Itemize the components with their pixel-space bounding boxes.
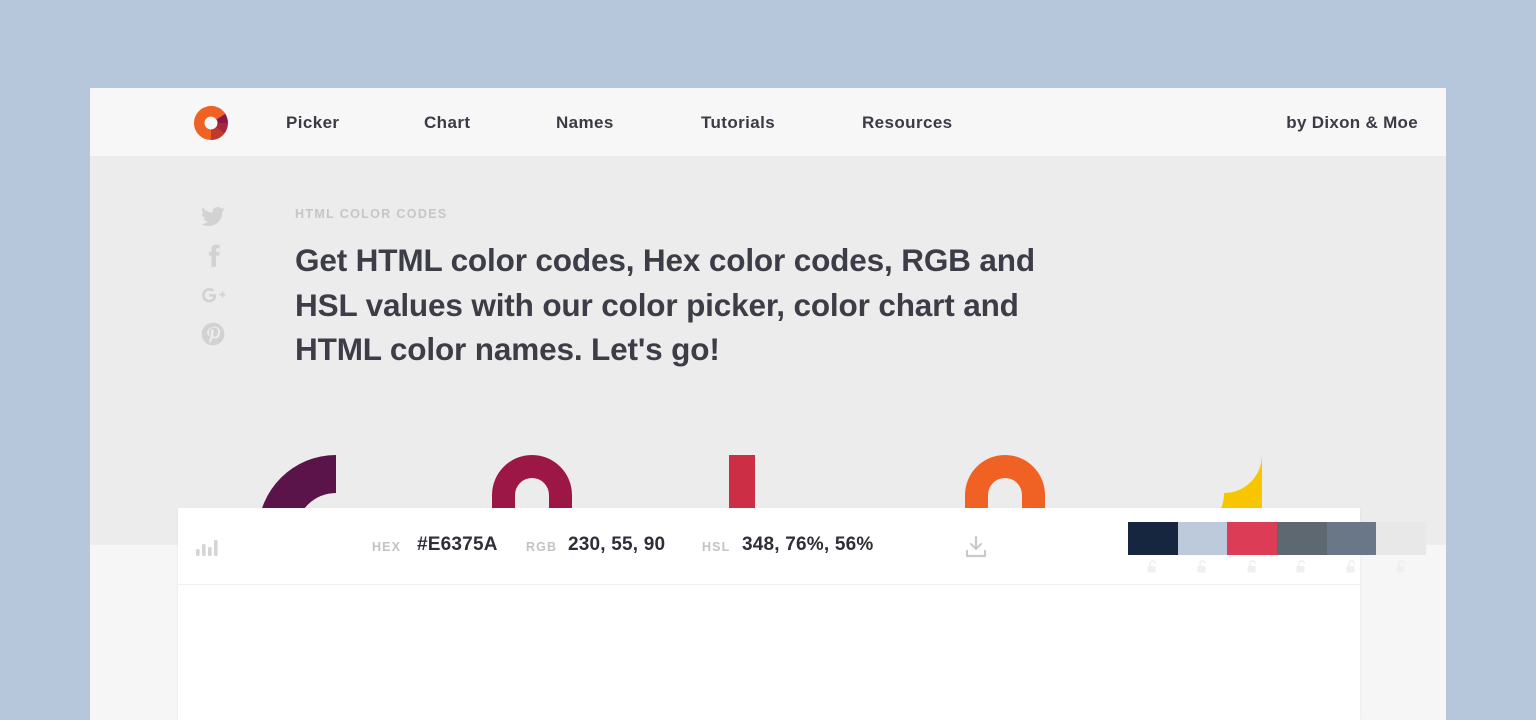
palette-lock-icon-6[interactable] (1376, 558, 1426, 574)
nav-byline[interactable]: by Dixon & Moe (1286, 88, 1418, 157)
nav-item-resources[interactable]: Resources (862, 88, 953, 157)
palette-lock-row (1128, 558, 1426, 574)
hsl-label: HSL (702, 540, 730, 554)
page-container: Picker Chart Names Tutorials Resources b… (90, 88, 1446, 720)
top-navigation-bar: Picker Chart Names Tutorials Resources b… (90, 88, 1446, 157)
palette-lock-icon-2[interactable] (1178, 558, 1228, 574)
palette-swatch-1[interactable] (1128, 522, 1178, 555)
rgb-value[interactable]: 230, 55, 90 (568, 534, 665, 556)
color-values-bar: HEX #E6375A RGB 230, 55, 90 HSL 348, 76%… (178, 508, 1360, 585)
palette-swatch-6[interactable] (1376, 522, 1426, 555)
pinterest-icon[interactable] (200, 321, 234, 360)
download-icon[interactable] (963, 535, 989, 559)
hero-eyebrow: HTML COLOR CODES (295, 207, 448, 221)
hex-value[interactable]: #E6375A (417, 534, 498, 556)
hsl-value[interactable]: 348, 76%, 56% (742, 534, 873, 556)
palette-swatch-3[interactable] (1227, 522, 1277, 555)
rgb-label: RGB (526, 540, 557, 554)
nav-item-names[interactable]: Names (556, 88, 614, 157)
palette-swatch-5[interactable] (1327, 522, 1377, 555)
twitter-icon[interactable] (200, 204, 234, 243)
palette-swatch-2[interactable] (1178, 522, 1228, 555)
current-color-swatch[interactable] (296, 525, 347, 552)
palette-swatch-4[interactable] (1277, 522, 1327, 555)
saved-palette (1128, 522, 1426, 555)
color-picker-card: HEX #E6375A RGB 230, 55, 90 HSL 348, 76%… (178, 508, 1360, 720)
hero-headline: Get HTML color codes, Hex color codes, R… (295, 238, 1065, 372)
palette-lock-icon-3[interactable] (1227, 558, 1277, 574)
google-plus-icon[interactable] (200, 282, 234, 321)
palette-lock-icon-5[interactable] (1327, 558, 1377, 574)
palette-lock-icon-4[interactable] (1277, 558, 1327, 574)
social-share-column (200, 204, 234, 360)
nav-item-picker[interactable]: Picker (286, 88, 339, 157)
nav-item-chart[interactable]: Chart (424, 88, 470, 157)
palette-lock-icon-1[interactable] (1128, 558, 1178, 574)
site-logo[interactable] (194, 106, 228, 140)
nav-item-tutorials[interactable]: Tutorials (701, 88, 775, 157)
facebook-icon[interactable] (200, 243, 234, 282)
hex-label: HEX (372, 540, 401, 554)
bar-chart-icon[interactable] (194, 536, 222, 556)
